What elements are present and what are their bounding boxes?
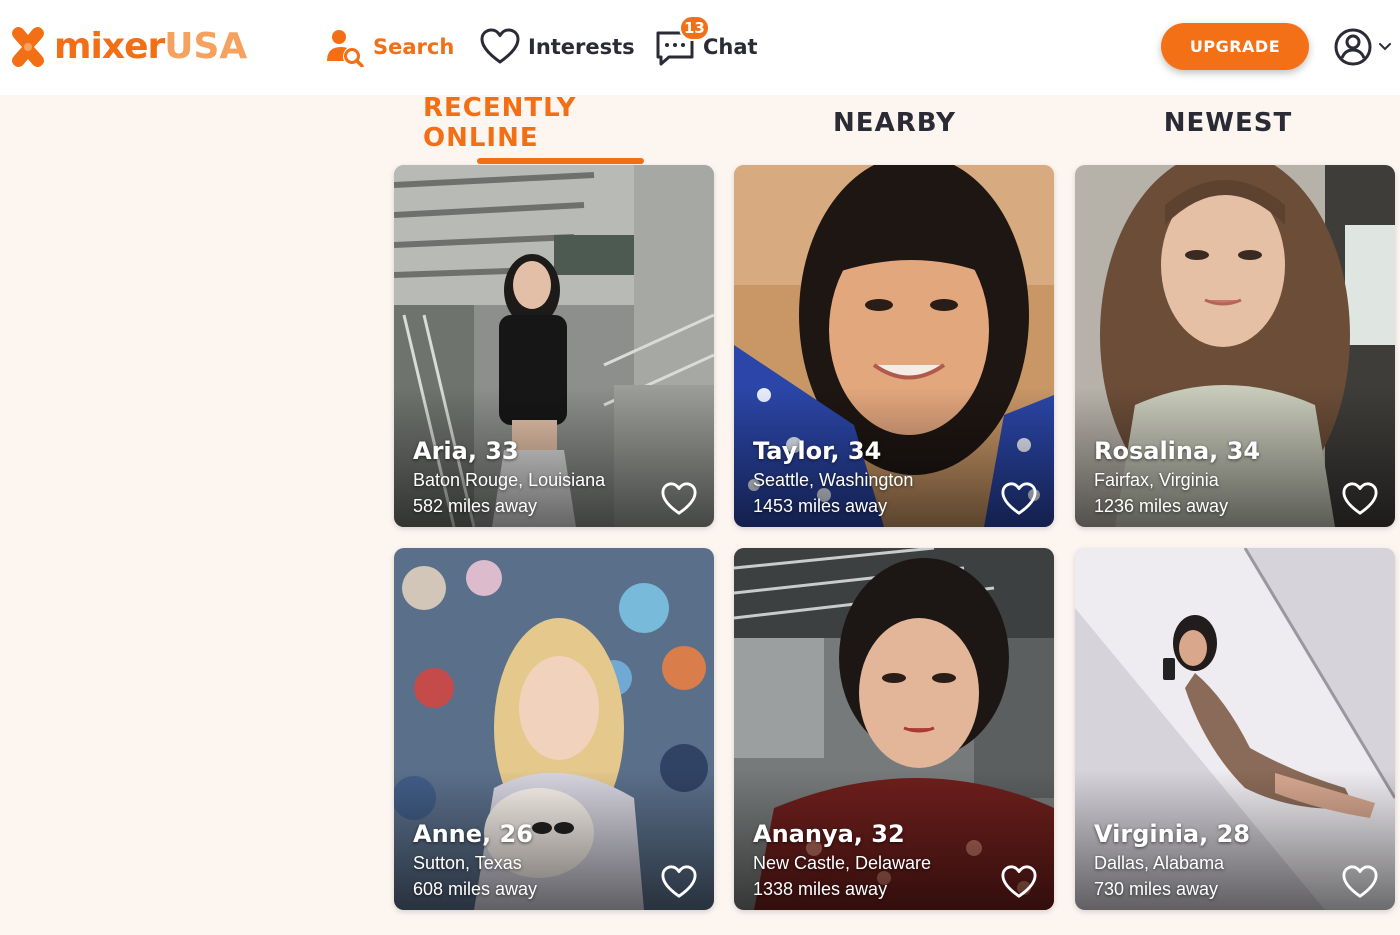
upgrade-button[interactable]: UPGRADE (1161, 23, 1309, 70)
profile-card[interactable]: Aria, 33 Baton Rouge, Louisiana 582 mile… (394, 165, 714, 527)
nav-interests[interactable]: Interests (480, 26, 635, 68)
like-heart-icon[interactable] (660, 864, 698, 900)
like-heart-icon[interactable] (1341, 481, 1379, 517)
chat-unread-badge: 13 (679, 15, 710, 41)
brand-wordmark: mixerUSA (54, 29, 247, 65)
profile-location: Seattle, Washington (753, 470, 914, 490)
profile-location: Fairfax, Virginia (1094, 470, 1219, 490)
profile-name: Taylor, 34 (753, 437, 882, 465)
profile-name: Ananya, 32 (753, 820, 905, 848)
brand-logo[interactable]: mixerUSA (8, 24, 247, 70)
profile-name: Anne, 26 (413, 820, 533, 848)
x-mark-logo-icon (12, 27, 44, 67)
nav-chat[interactable]: 13 Chat (655, 15, 758, 68)
profile-distance: 1453 miles away (753, 496, 888, 516)
profile-distance: 1338 miles away (753, 879, 888, 899)
profile-distance: 1236 miles away (1094, 496, 1229, 516)
profile-card[interactable]: Ananya, 32 New Castle, Delaware 1338 mil… (734, 548, 1054, 910)
profile-distance: 582 miles away (413, 496, 538, 516)
heart-outline-icon (480, 28, 520, 64)
profile-card[interactable]: Anne, 26 Sutton, Texas 608 miles away (394, 548, 714, 910)
tab-nearby[interactable]: NEARBY (773, 101, 1016, 145)
user-search-icon (327, 30, 364, 67)
profile-location: Dallas, Alabama (1094, 853, 1225, 873)
nav-chat-label: Chat (703, 35, 758, 59)
top-header: mixerUSA Search Interests 13 Chat UPGRAD (0, 0, 1400, 95)
profile-name: Rosalina, 34 (1094, 437, 1261, 465)
nav-search[interactable]: Search (325, 26, 454, 68)
profile-card[interactable]: Taylor, 34 Seattle, Washington 1453 mile… (734, 165, 1054, 527)
account-menu[interactable] (1333, 27, 1395, 67)
tab-newest[interactable]: NEWEST (1113, 101, 1343, 145)
user-circle-icon (1334, 28, 1372, 66)
tab-recently-online[interactable]: RECENTLY ONLINE (423, 93, 698, 153)
profile-card[interactable]: Virginia, 28 Dallas, Alabama 730 miles a… (1075, 548, 1395, 910)
like-heart-icon[interactable] (1000, 864, 1038, 900)
profile-location: Sutton, Texas (413, 853, 522, 873)
profile-name: Aria, 33 (413, 437, 519, 465)
profile-distance: 608 miles away (413, 879, 538, 899)
chat-icon-wrapper: 13 (655, 15, 710, 67)
nav-search-label: Search (373, 35, 455, 59)
active-tab-indicator (477, 158, 644, 164)
brand-suffix: USA (164, 26, 248, 67)
nav-interests-label: Interests (528, 35, 635, 59)
chevron-down-icon (1379, 43, 1391, 51)
like-heart-icon[interactable] (1000, 481, 1038, 517)
like-heart-icon[interactable] (660, 481, 698, 517)
browse-tabs: RECENTLY ONLINE NEARBY NEWEST (393, 93, 1400, 165)
profile-card[interactable]: Rosalina, 34 Fairfax, Virginia 1236 mile… (1075, 165, 1395, 527)
profile-location: New Castle, Delaware (753, 853, 932, 873)
brand-name: mixer (54, 26, 165, 67)
profile-name: Virginia, 28 (1094, 820, 1250, 848)
profile-location: Baton Rouge, Louisiana (413, 470, 606, 490)
profile-distance: 730 miles away (1094, 879, 1219, 899)
like-heart-icon[interactable] (1341, 864, 1379, 900)
